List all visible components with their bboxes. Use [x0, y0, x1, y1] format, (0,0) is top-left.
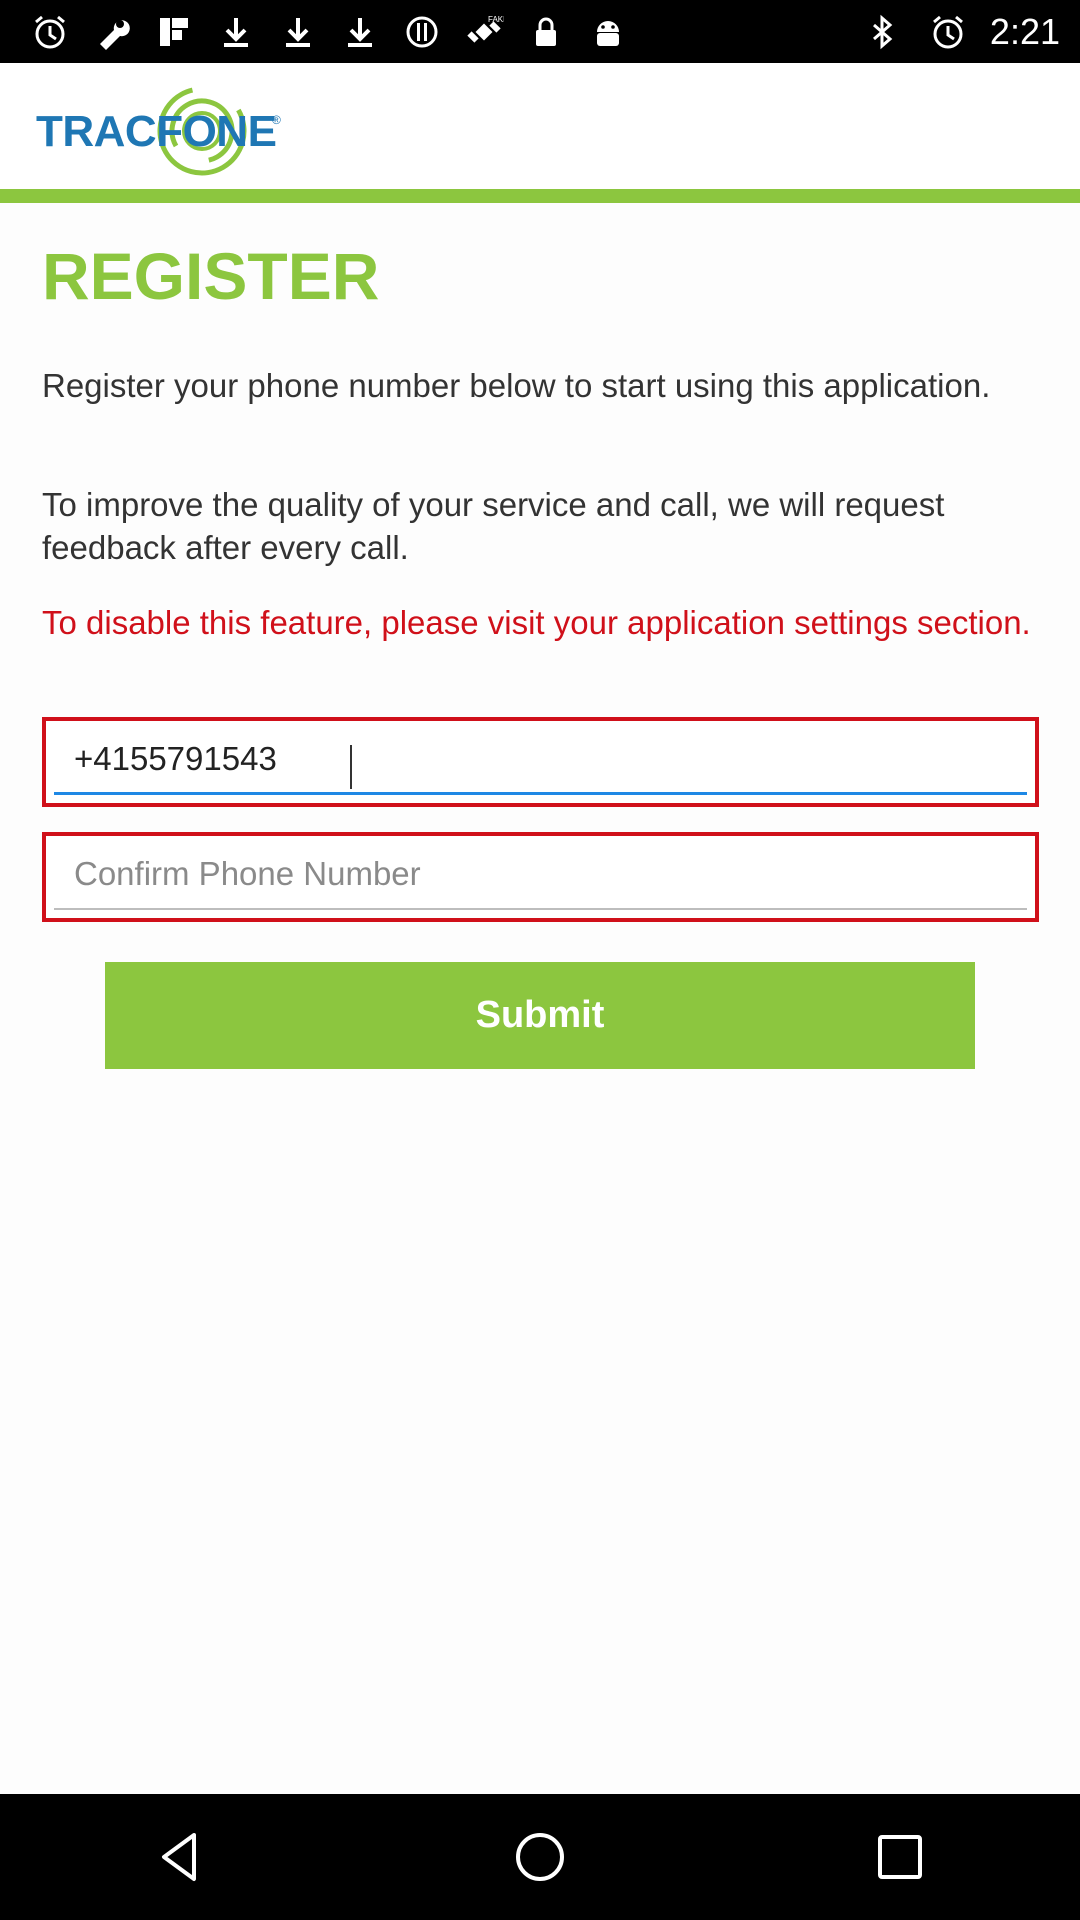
- header-divider: [0, 189, 1080, 203]
- register-screen: FAKE 2:21 TRACFONE: [0, 0, 1080, 1920]
- intro-text: Register your phone number below to star…: [42, 367, 991, 404]
- alarm-icon: [26, 8, 74, 56]
- tracfone-logo: TRACFONE ®: [36, 83, 296, 176]
- phone-number-underline: [54, 792, 1027, 795]
- status-time: 2:21: [989, 10, 1060, 52]
- back-button[interactable]: [120, 1797, 240, 1917]
- confirm-phone-number-input[interactable]: [54, 842, 1027, 910]
- status-bar: FAKE 2:21: [0, 0, 1080, 63]
- download-icon: [212, 8, 260, 56]
- pinned-icon: [398, 8, 446, 56]
- alarm-icon: [924, 8, 972, 56]
- home-button[interactable]: [480, 1797, 600, 1917]
- submit-button[interactable]: Submit: [105, 962, 975, 1069]
- text-cursor: [350, 745, 352, 789]
- home-icon: [516, 1833, 564, 1881]
- recents-button[interactable]: [840, 1797, 960, 1917]
- svg-text:FAKE: FAKE: [488, 15, 504, 24]
- download-icon: [336, 8, 384, 56]
- status-bar-notifications: FAKE: [0, 8, 632, 56]
- flipboard-icon: [150, 8, 198, 56]
- back-icon: [162, 1833, 196, 1881]
- feedback-text: To improve the quality of your service a…: [42, 486, 945, 566]
- download-icon: [274, 8, 322, 56]
- confirm-phone-underline: [54, 908, 1027, 910]
- bluetooth-icon: [858, 8, 906, 56]
- page-title: REGISTER: [42, 239, 380, 313]
- logo-registered-mark: ®: [272, 113, 281, 127]
- logo-text: TRACFONE: [36, 107, 277, 156]
- phone-number-field-frame: [42, 717, 1039, 807]
- system-nav-bar: [0, 1794, 1080, 1920]
- wrench-icon: [88, 8, 136, 56]
- app-header: TRACFONE ®: [0, 63, 1080, 189]
- phone-number-input[interactable]: [54, 727, 1027, 795]
- confirm-phone-field-frame: [42, 832, 1039, 922]
- android-icon: [584, 8, 632, 56]
- disable-notice-text: To disable this feature, please visit yo…: [42, 604, 1031, 641]
- satellite-icon: FAKE: [460, 8, 508, 56]
- recents-icon: [878, 1835, 922, 1879]
- status-bar-system: 2:21: [858, 8, 1080, 56]
- lock-icon: [522, 8, 570, 56]
